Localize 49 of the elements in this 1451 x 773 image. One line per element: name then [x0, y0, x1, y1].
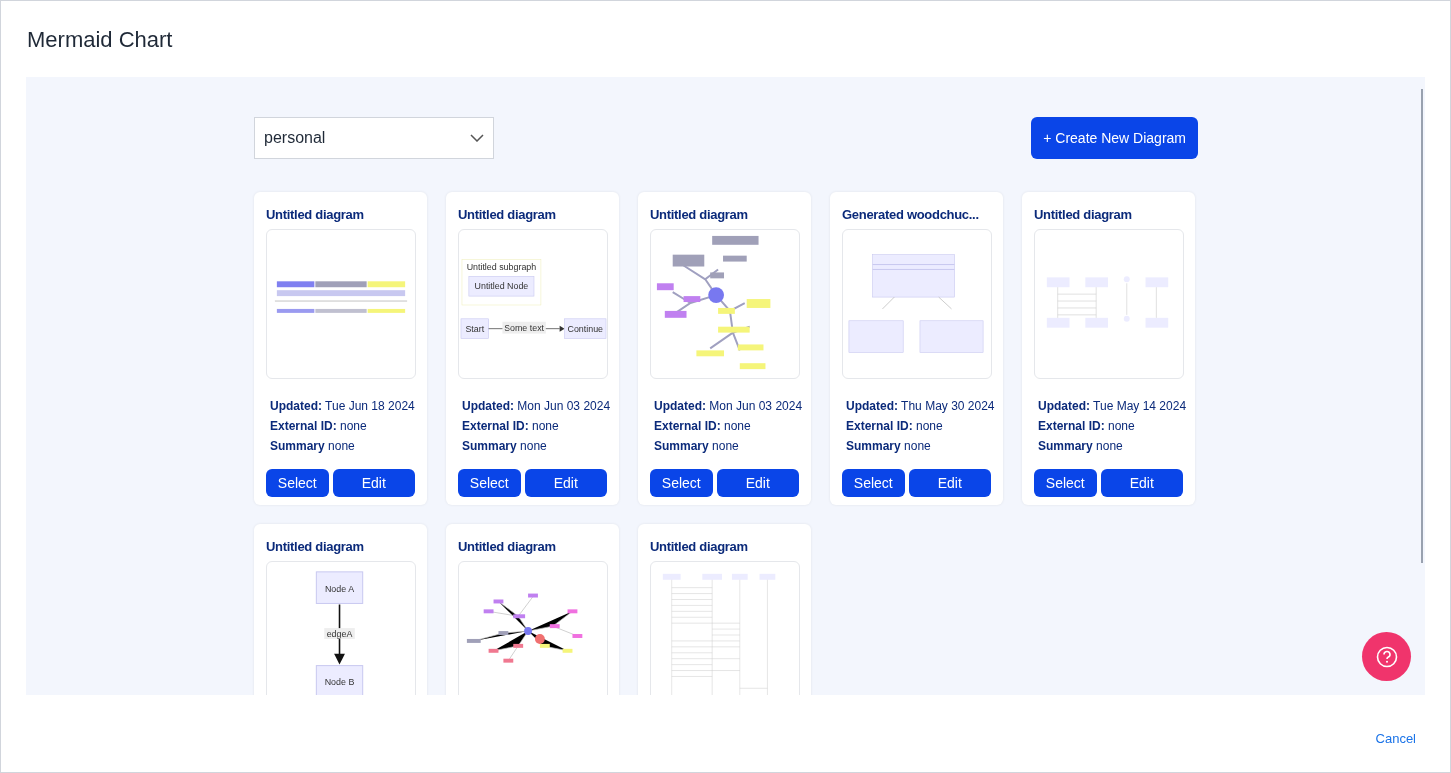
select-button[interactable]: Select — [1034, 469, 1097, 497]
edit-button[interactable]: Edit — [1100, 469, 1183, 497]
diagram-title: Untitled diagram — [458, 538, 557, 556]
diagram-title: Untitled diagram — [650, 538, 749, 556]
cancel-link[interactable]: Cancel — [1375, 728, 1416, 749]
select-button[interactable]: Select — [842, 469, 905, 497]
flowchart-node: Start — [460, 318, 489, 339]
external-id: External ID: none — [270, 418, 368, 435]
summary-text: Summary none — [462, 438, 548, 455]
select-button[interactable]: Select — [458, 469, 521, 497]
external-id: External ID: none — [462, 418, 560, 435]
summary-text: Summary none — [270, 438, 356, 455]
diagram-preview[interactable] — [458, 561, 608, 695]
diagram-title: Untitled diagram — [458, 206, 557, 224]
diagram-title: Untitled diagram — [650, 206, 749, 224]
workspace-dropdown[interactable]: personal — [254, 117, 494, 159]
diagram-preview[interactable] — [266, 229, 416, 379]
flowchart-node: Node A — [315, 571, 364, 604]
dialog-title: Mermaid Chart — [27, 25, 173, 54]
edit-button[interactable]: Edit — [524, 469, 607, 497]
flowchart-node: Untitled Node — [468, 276, 535, 297]
summary-text: Summary none — [846, 438, 932, 455]
diagram-preview[interactable] — [650, 229, 800, 379]
summary-text: Summary none — [1038, 438, 1124, 455]
edit-button[interactable]: Edit — [908, 469, 991, 497]
flowchart-node: Continue — [564, 318, 607, 339]
select-button[interactable]: Select — [266, 469, 329, 497]
external-id: External ID: none — [1038, 418, 1136, 435]
edge-label: edgeA — [324, 628, 355, 639]
external-id: External ID: none — [654, 418, 752, 435]
scrollbar-thumb[interactable] — [1421, 89, 1423, 563]
select-button[interactable]: Select — [650, 469, 713, 497]
flowchart-node: Node B — [315, 665, 364, 695]
help-icon — [1375, 645, 1398, 668]
edit-button[interactable]: Edit — [716, 469, 799, 497]
create-diagram-button[interactable]: + Create New Diagram — [1031, 117, 1198, 159]
diagram-title: Generated woodchuc... — [842, 206, 980, 224]
diagram-title: Untitled diagram — [266, 206, 365, 224]
external-id: External ID: none — [846, 418, 944, 435]
diagram-preview[interactable]: Node A edgeA Node B — [266, 561, 416, 695]
edit-button[interactable]: Edit — [332, 469, 415, 497]
edge-label: Some text — [502, 321, 546, 334]
diagram-title: Untitled diagram — [266, 538, 365, 556]
subgraph-title: Untitled subgraph — [466, 262, 537, 273]
updated-date: Updated: Tue Jun 18 2024 — [270, 398, 415, 415]
summary-text: Summary none — [654, 438, 740, 455]
diagram-title: Untitled diagram — [1034, 206, 1133, 224]
diagram-preview[interactable]: Untitled subgraph Untitled Node Start Some text Continue — [458, 229, 608, 379]
chevron-down-icon — [470, 134, 484, 142]
